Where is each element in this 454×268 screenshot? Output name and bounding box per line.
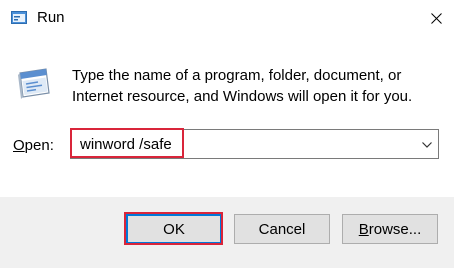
open-label-text: pen: <box>24 137 54 154</box>
ok-button[interactable]: OK <box>126 214 222 244</box>
open-combobox[interactable] <box>70 129 439 159</box>
run-icon <box>11 11 27 24</box>
browse-accelerator: B <box>358 220 369 238</box>
window-title: Run <box>37 9 65 26</box>
browse-button[interactable]: Browse... <box>342 214 438 244</box>
title-bar: Run <box>0 0 454 36</box>
browse-label: rowse... <box>368 220 422 238</box>
cancel-button[interactable]: Cancel <box>234 214 330 244</box>
command-input[interactable] <box>74 132 420 156</box>
chevron-down-icon[interactable] <box>421 137 433 148</box>
dialog-description: Type the name of a program, folder, docu… <box>72 67 413 105</box>
close-icon <box>430 12 442 24</box>
run-program-icon <box>16 67 52 100</box>
open-label-accelerator: O <box>13 137 25 154</box>
open-label: Open: <box>13 137 54 154</box>
close-button[interactable] <box>418 0 454 36</box>
